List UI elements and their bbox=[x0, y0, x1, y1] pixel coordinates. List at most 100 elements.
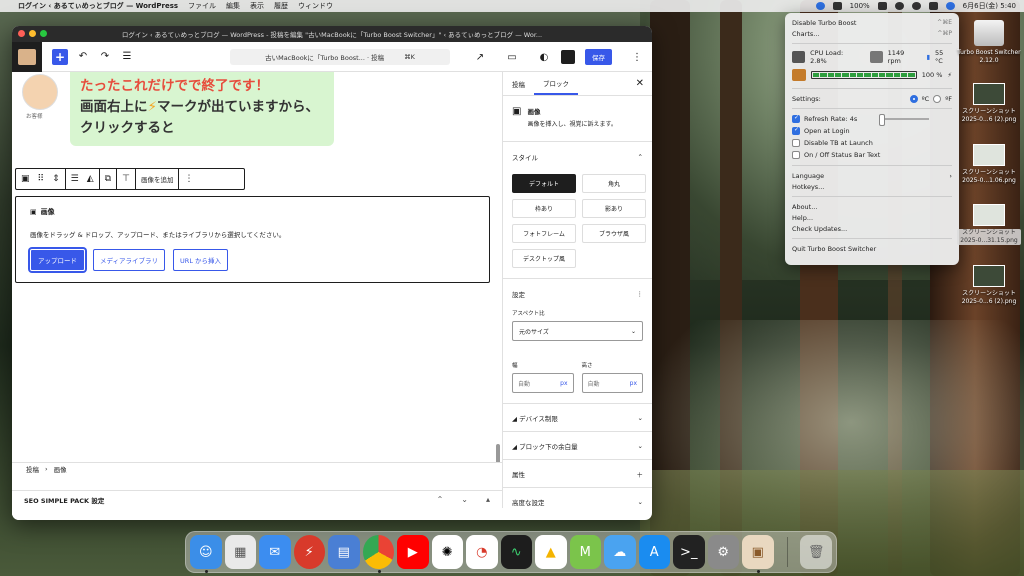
style-desktop[interactable]: デスクトップ風 bbox=[512, 249, 576, 268]
options-menu-icon[interactable]: ⋮ bbox=[630, 50, 644, 64]
speedtest-icon[interactable]: ◔ bbox=[466, 535, 498, 569]
control-center-icon[interactable] bbox=[928, 2, 938, 10]
mail-icon[interactable]: ✉ bbox=[259, 535, 291, 569]
style-browser[interactable]: ブラウザ風 bbox=[582, 224, 646, 243]
style-default[interactable]: デフォルト bbox=[512, 174, 576, 193]
search-icon[interactable] bbox=[911, 2, 921, 10]
menu-view[interactable]: 表示 bbox=[250, 1, 264, 11]
settings-panel-toggle[interactable] bbox=[561, 50, 575, 64]
bottom-margin-panel[interactable]: ◢ ブロック下の余白量 ⌄ bbox=[503, 432, 652, 460]
menu-charts[interactable]: Charts... ^⌘P bbox=[792, 28, 952, 39]
move-down-icon[interactable]: ⌄ bbox=[461, 495, 468, 504]
paint-roller-icon[interactable]: ⊤ bbox=[122, 174, 130, 184]
trash-icon[interactable]: 🗑 bbox=[800, 535, 832, 569]
turbo-boost-status-icon[interactable] bbox=[815, 2, 825, 10]
menu-about[interactable]: About... bbox=[792, 201, 952, 212]
close-window-button[interactable] bbox=[18, 30, 25, 37]
breadcrumb-post[interactable]: 投稿 bbox=[26, 464, 39, 474]
speech-bubble-block[interactable]: たったこれだけでで終了です！ 画面右上に⚡マークが出ていますから、 クリックする… bbox=[70, 72, 334, 146]
tab-block[interactable]: ブロック bbox=[534, 72, 578, 95]
document-title-bar[interactable]: 古いMacBookに「Turbo Boost... · 投稿 ⌘K bbox=[230, 49, 450, 65]
battery-icon[interactable] bbox=[832, 2, 842, 10]
disable-at-launch-row[interactable]: Disable TB at Launch bbox=[792, 137, 952, 149]
height-input[interactable]: 自動 px bbox=[581, 373, 643, 393]
preview-icon[interactable]: ▭ bbox=[505, 50, 519, 64]
seo-meta-box-header[interactable]: SEO SIMPLE PACK 設定 ⌃ ⌄ ▴ bbox=[12, 490, 502, 508]
move-arrows-icon[interactable]: ⇕ bbox=[52, 174, 60, 184]
options-menu-icon[interactable]: ⋮ bbox=[637, 290, 644, 298]
align-icon[interactable]: ☰ bbox=[71, 174, 79, 184]
chevron-up-icon[interactable]: ⌃ bbox=[638, 153, 643, 161]
block-type-switcher[interactable]: ▣ ⠿ ⇕ bbox=[16, 169, 66, 189]
advanced-panel[interactable]: 高度な設定 ⌄ bbox=[503, 488, 652, 508]
menubar-clock[interactable]: 6月6日(金) 5:40 bbox=[963, 1, 1016, 11]
launchpad-icon[interactable]: ▦ bbox=[224, 535, 256, 569]
height-unit[interactable]: px bbox=[630, 380, 637, 387]
add-image-button[interactable]: 画像を追加 bbox=[136, 169, 180, 189]
turbo-boost-app-icon[interactable]: ▣ bbox=[742, 535, 774, 573]
refresh-rate-checkbox[interactable] bbox=[792, 114, 800, 123]
status-bar-text-checkbox[interactable] bbox=[792, 151, 800, 159]
open-at-login-row[interactable]: Open at Login bbox=[792, 125, 952, 137]
desktop-item-screenshot[interactable]: スクリーンショット 2025-0...6 (2).png bbox=[957, 265, 1021, 306]
toggle-panel-icon[interactable]: ▴ bbox=[486, 495, 490, 504]
document-overview-icon[interactable]: ☰ bbox=[120, 50, 134, 64]
editor-canvas[interactable]: お客様 たったこれだけでで終了です！ 画面右上に⚡マークが出ていますから、 クリ… bbox=[12, 72, 502, 520]
duplicate-icon[interactable]: ⧉ bbox=[105, 174, 111, 184]
block-options-icon[interactable]: ⋮ bbox=[179, 169, 198, 189]
upload-button[interactable]: アップロード bbox=[30, 249, 85, 271]
menu-edit[interactable]: 編集 bbox=[226, 1, 240, 11]
menu-check-updates[interactable]: Check Updates... bbox=[792, 223, 952, 234]
chrome-icon[interactable] bbox=[362, 535, 394, 573]
activity-monitor-icon[interactable]: ∿ bbox=[500, 535, 532, 569]
attributes-panel[interactable]: 属性 ＋ bbox=[503, 460, 652, 488]
chatgpt-icon[interactable]: ✺ bbox=[431, 535, 463, 569]
drag-handle-icon[interactable]: ⠿ bbox=[38, 174, 45, 184]
wifi-icon[interactable] bbox=[894, 2, 904, 10]
google-ads-icon[interactable]: ▲ bbox=[535, 535, 567, 569]
close-icon[interactable]: ✕ bbox=[636, 78, 644, 89]
keyboard-input-icon[interactable] bbox=[877, 2, 887, 10]
undo-icon[interactable]: ↶ bbox=[76, 50, 90, 64]
weather-icon[interactable]: ☁ bbox=[604, 535, 636, 569]
redo-icon[interactable]: ↷ bbox=[98, 50, 112, 64]
desktop-item-screenshot[interactable]: スクリーンショット 2025-0...31.15.png bbox=[957, 204, 1021, 245]
tab-post[interactable]: 投稿 bbox=[503, 72, 534, 95]
image-block-placeholder[interactable]: ▣ 画像 画像をドラッグ & ドロップ、アップロード、またはライブラリから選択して… bbox=[15, 196, 490, 283]
width-input[interactable]: 自動 px bbox=[512, 373, 574, 393]
menu-file[interactable]: ファイル bbox=[188, 1, 216, 11]
menu-app-name[interactable]: ログイン ‹ あるてぃめっとブログ — WordPress bbox=[18, 1, 178, 11]
move-up-icon[interactable]: ⌃ bbox=[437, 495, 444, 504]
menu-disable-turbo[interactable]: Disable Turbo Boost ^⌘E bbox=[792, 17, 952, 28]
block-inserter-button[interactable]: + bbox=[52, 48, 68, 65]
refresh-rate-slider[interactable] bbox=[879, 114, 930, 126]
width-unit[interactable]: px bbox=[560, 380, 567, 387]
menu-help[interactable]: Help... bbox=[792, 212, 952, 223]
menu-quit[interactable]: Quit Turbo Boost Switcher bbox=[792, 243, 952, 254]
style-shadow[interactable]: 影あり bbox=[582, 199, 646, 218]
system-settings-icon[interactable]: ⚙ bbox=[707, 535, 739, 569]
remote-desktop-icon[interactable]: ▤ bbox=[328, 535, 360, 569]
menu-hotkeys[interactable]: Hotkeys... bbox=[792, 181, 952, 192]
device-limit-panel[interactable]: ◢ デバイス制限 ⌄ bbox=[503, 404, 652, 432]
minimize-window-button[interactable] bbox=[29, 30, 36, 37]
style-photo-frame[interactable]: フォトフレーム bbox=[512, 224, 576, 243]
menu-history[interactable]: 履歴 bbox=[274, 1, 288, 11]
triangle-icon[interactable]: ◭ bbox=[87, 174, 94, 184]
desktop-item-screenshot[interactable]: スクリーンショット 2025-0...6 (2).png bbox=[957, 83, 1021, 124]
open-at-login-checkbox[interactable] bbox=[792, 126, 800, 135]
app-store-icon[interactable]: A bbox=[638, 535, 670, 569]
m-app-icon[interactable]: M bbox=[569, 535, 601, 569]
media-library-button[interactable]: メディアライブラリ bbox=[93, 249, 166, 271]
desktop-item-screenshot[interactable]: スクリーンショット 2025-0...1.06.png bbox=[957, 144, 1021, 185]
style-bordered[interactable]: 枠あり bbox=[512, 199, 576, 218]
menu-window[interactable]: ウィンドウ bbox=[298, 1, 333, 11]
menu-language[interactable]: Language › bbox=[792, 170, 952, 181]
celsius-radio[interactable] bbox=[909, 94, 918, 103]
fahrenheit-radio[interactable] bbox=[933, 94, 942, 103]
terminal-icon[interactable]: >_ bbox=[673, 535, 705, 569]
save-button[interactable]: 保存 bbox=[585, 49, 612, 65]
zoom-window-button[interactable] bbox=[40, 30, 47, 37]
youtube-icon[interactable]: ▶ bbox=[397, 535, 429, 569]
status-bar-text-row[interactable]: On / Off Status Bar Text bbox=[792, 149, 952, 161]
